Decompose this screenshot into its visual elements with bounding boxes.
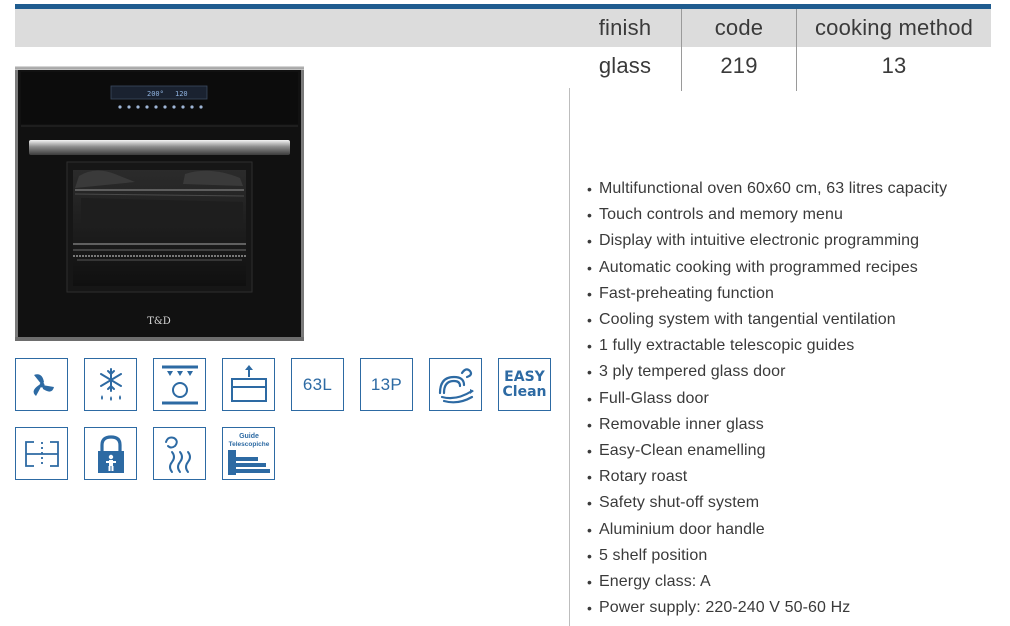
list-item: Rotary roast <box>587 464 947 490</box>
telescopic-guides-bottom: Telescopiche <box>228 441 269 448</box>
steam-clean-icon <box>153 427 206 480</box>
spec-value-code: 219 <box>682 47 797 91</box>
list-item: Full-Glass door <box>587 386 947 412</box>
list-item: Safety shut-off system <box>587 490 947 516</box>
list-item: Power supply: 220-240 V 50-60 Hz <box>587 595 947 621</box>
list-item: Touch controls and memory menu <box>587 202 947 228</box>
programs-badge: 13P <box>360 358 413 411</box>
oven-display-temp: 200° <box>147 90 164 98</box>
list-item: 3 ply tempered glass door <box>587 359 947 385</box>
spec-header-cooking-method: cooking method <box>814 15 974 40</box>
removable-inner-glass-icon <box>222 358 275 411</box>
spec-value-row: glass 219 13 <box>569 47 991 91</box>
list-item: Removable inner glass <box>587 412 947 438</box>
list-item: Display with intuitive electronic progra… <box>587 228 947 254</box>
grill-icon <box>153 358 206 411</box>
list-item: Aluminium door handle <box>587 517 947 543</box>
defrost-icon <box>84 358 137 411</box>
easy-clean-bottom: Clean <box>502 383 547 400</box>
child-lock-icon <box>84 427 137 480</box>
ventilation-icon <box>429 358 482 411</box>
oven-product-image: 200° 120 T&D <box>15 66 304 341</box>
easy-clean-badge: EASY Clean <box>498 358 551 411</box>
list-item: 5 shelf position <box>587 543 947 569</box>
column-divider <box>569 88 570 626</box>
list-item: Automatic cooking with programmed recipe… <box>587 255 947 281</box>
spec-header-code: code <box>682 9 797 47</box>
oven-display-time: 120 <box>175 90 188 98</box>
oven-size-icon <box>15 427 68 480</box>
list-item: Multifunctional oven 60x60 cm, 63 litres… <box>587 176 947 202</box>
spec-header-row: finish code cooking method <box>569 9 991 47</box>
list-item: Energy class: A <box>587 569 947 595</box>
spec-header-finish: finish <box>569 9 682 47</box>
programs-badge-label: 13P <box>370 374 403 394</box>
feature-list: Multifunctional oven 60x60 cm, 63 litres… <box>587 176 947 622</box>
spec-table: finish code cooking method glass 219 13 <box>569 9 991 91</box>
capacity-badge: 63L <box>291 358 344 411</box>
easy-clean-top: EASY <box>504 368 545 385</box>
spec-value-cooking-method: 13 <box>881 53 907 78</box>
telescopic-guides-top: Guide <box>239 433 259 440</box>
fan-icon <box>15 358 68 411</box>
capacity-badge-label: 63L <box>302 374 333 394</box>
list-item: 1 fully extractable telescopic guides <box>587 333 947 359</box>
list-item: Cooling system with tangential ventilati… <box>587 307 947 333</box>
telescopic-guides-icon: Guide Telescopiche <box>222 427 275 480</box>
oven-brand-logo: T&D <box>147 316 171 327</box>
list-item: Fast-preheating function <box>587 281 947 307</box>
spec-value-finish: glass <box>569 47 682 91</box>
list-item: Easy-Clean enamelling <box>587 438 947 464</box>
